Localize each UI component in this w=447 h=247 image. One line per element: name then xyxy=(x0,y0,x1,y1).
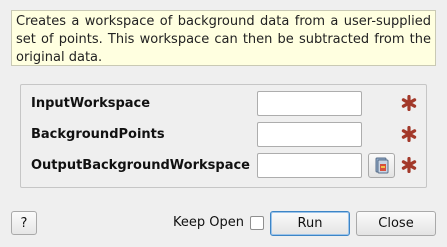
workspace-browse-button[interactable] xyxy=(368,153,395,178)
input-workspace-field[interactable] xyxy=(257,91,362,116)
keep-open-checkbox[interactable] xyxy=(250,216,264,230)
property-label-background-points: BackgroundPoints xyxy=(31,127,165,142)
required-star-icon xyxy=(401,95,417,111)
close-button[interactable]: Close xyxy=(356,211,436,236)
background-points-field[interactable] xyxy=(257,122,362,147)
property-label-output-background-workspace: OutputBackgroundWorkspace xyxy=(31,158,250,173)
keep-open-label: Keep Open xyxy=(173,215,244,230)
algorithm-dialog: Creates a workspace of background data f… xyxy=(0,0,447,247)
algorithm-description: Creates a workspace of background data f… xyxy=(11,10,436,66)
properties-group: InputWorkspace BackgroundPoints OutputBa… xyxy=(20,84,427,188)
workspace-browse-icon xyxy=(375,157,389,174)
required-star-icon xyxy=(401,126,417,142)
required-star-icon xyxy=(401,157,417,173)
run-button[interactable]: Run xyxy=(270,211,350,236)
output-background-workspace-field[interactable] xyxy=(257,153,362,178)
property-label-input-workspace: InputWorkspace xyxy=(31,96,151,111)
help-button[interactable]: ? xyxy=(11,211,37,235)
